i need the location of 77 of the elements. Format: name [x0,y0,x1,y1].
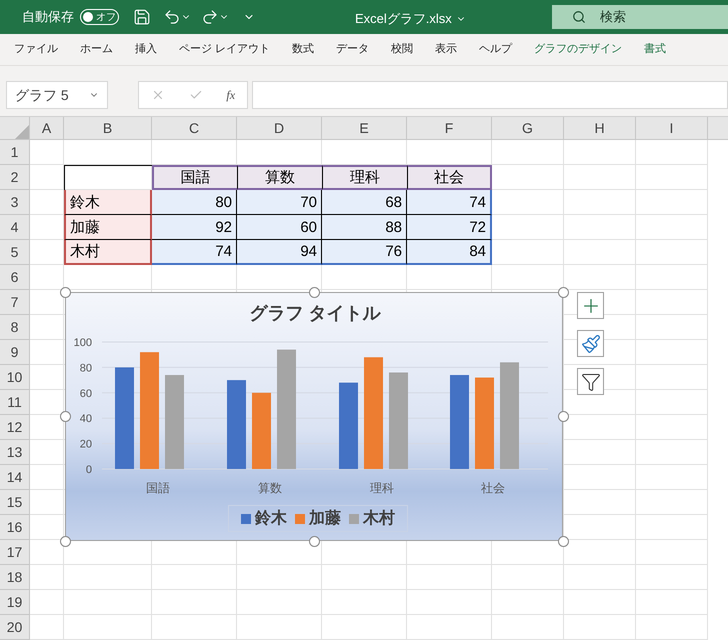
table-cell: 92 [215,220,232,234]
resize-handle[interactable] [558,536,569,547]
insert-function-button[interactable]: fx [226,86,236,104]
row-label: 木村 [70,244,100,259]
row-label: 鈴木 [70,194,100,210]
ribbon-tab[interactable]: 表示 [435,41,458,58]
category-label: 社会 [481,481,505,495]
axis-tick-label: 80 [80,362,92,374]
table-cell: 72 [469,220,486,234]
table-cell: 60 [300,220,317,234]
table-cell: 74 [469,194,486,210]
resize-handle[interactable] [309,536,320,547]
resize-handle[interactable] [60,411,71,422]
table-cell: 88 [385,220,402,234]
name-box[interactable]: グラフ 5 [6,81,108,109]
resize-handle[interactable] [558,287,569,298]
axis-tick-label: 60 [80,388,92,400]
category-label: 国語 [146,481,170,495]
ribbon-tab[interactable]: ページ レイアウト [179,41,270,58]
legend-label: 加藤 [309,508,341,528]
table-cell: 76 [385,244,402,259]
search-icon [572,10,586,24]
ribbon-tab[interactable]: グラフのデザイン [534,41,622,58]
chart-title: グラフ タイトル [250,303,380,323]
search-placeholder: 検索 [600,8,626,26]
ribbon-tab[interactable]: 挿入 [135,41,157,58]
brush-icon [580,334,600,354]
resize-handle[interactable] [309,287,320,298]
chart-elements-button[interactable] [577,292,604,319]
autosave-toggle[interactable]: オフ [80,9,119,25]
undo-icon[interactable] [163,8,181,26]
table-cell: 68 [385,194,402,210]
column-header[interactable]: B [102,118,112,138]
funnel-icon [580,372,600,392]
ribbon-tab[interactable]: 書式 [644,41,666,58]
column-header[interactable]: F [444,118,454,138]
column-header[interactable]: H [594,118,605,138]
ribbon-tab[interactable]: ファイル [14,41,58,58]
column-header[interactable]: E [359,118,369,138]
column-header[interactable]: D [274,118,284,138]
autosave-label: 自動保存 [22,8,74,26]
column-header[interactable]: G [522,118,533,138]
axis-tick-label: 20 [80,438,92,451]
formula-field[interactable] [252,81,728,109]
axis-tick-label: 100 [74,337,92,349]
column-label: 社会 [434,170,464,185]
category-label: 算数 [258,481,282,495]
resize-handle[interactable] [60,287,71,298]
column-header[interactable]: I [670,118,674,138]
column-label: 国語 [180,170,210,185]
chart-styles-button[interactable] [577,330,604,357]
column-label: 算数 [265,170,295,185]
row-label: 加藤 [70,220,100,234]
filename[interactable]: Excelグラフ.xlsx [355,9,466,28]
table-cell: 84 [469,244,486,259]
save-icon[interactable] [133,8,151,26]
category-label: 理科 [370,481,394,495]
ribbon-tab[interactable]: 校閲 [391,41,414,58]
column-header[interactable]: C [188,118,200,138]
axis-tick-label: 0 [86,464,92,476]
chart-filters-button[interactable] [577,368,604,395]
table-cell: 70 [300,194,317,210]
ribbon-tab[interactable]: ホーム [80,41,113,58]
resize-handle[interactable] [558,411,569,422]
table-cell: 80 [215,194,232,210]
ribbon-tab[interactable]: 数式 [292,41,314,58]
legend-label: 木村 [363,508,395,528]
ribbon-tab[interactable]: ヘルプ [479,41,512,58]
axis-tick-label: 40 [80,413,92,426]
column-label: 理科 [350,170,380,185]
ribbon-tab[interactable]: データ [336,41,370,58]
table-cell: 94 [300,244,317,259]
redo-icon[interactable] [201,8,219,26]
search-field[interactable]: 検索 [552,5,728,29]
resize-handle[interactable] [60,536,71,547]
table-cell: 74 [215,244,232,259]
legend-label: 鈴木 [255,508,287,528]
